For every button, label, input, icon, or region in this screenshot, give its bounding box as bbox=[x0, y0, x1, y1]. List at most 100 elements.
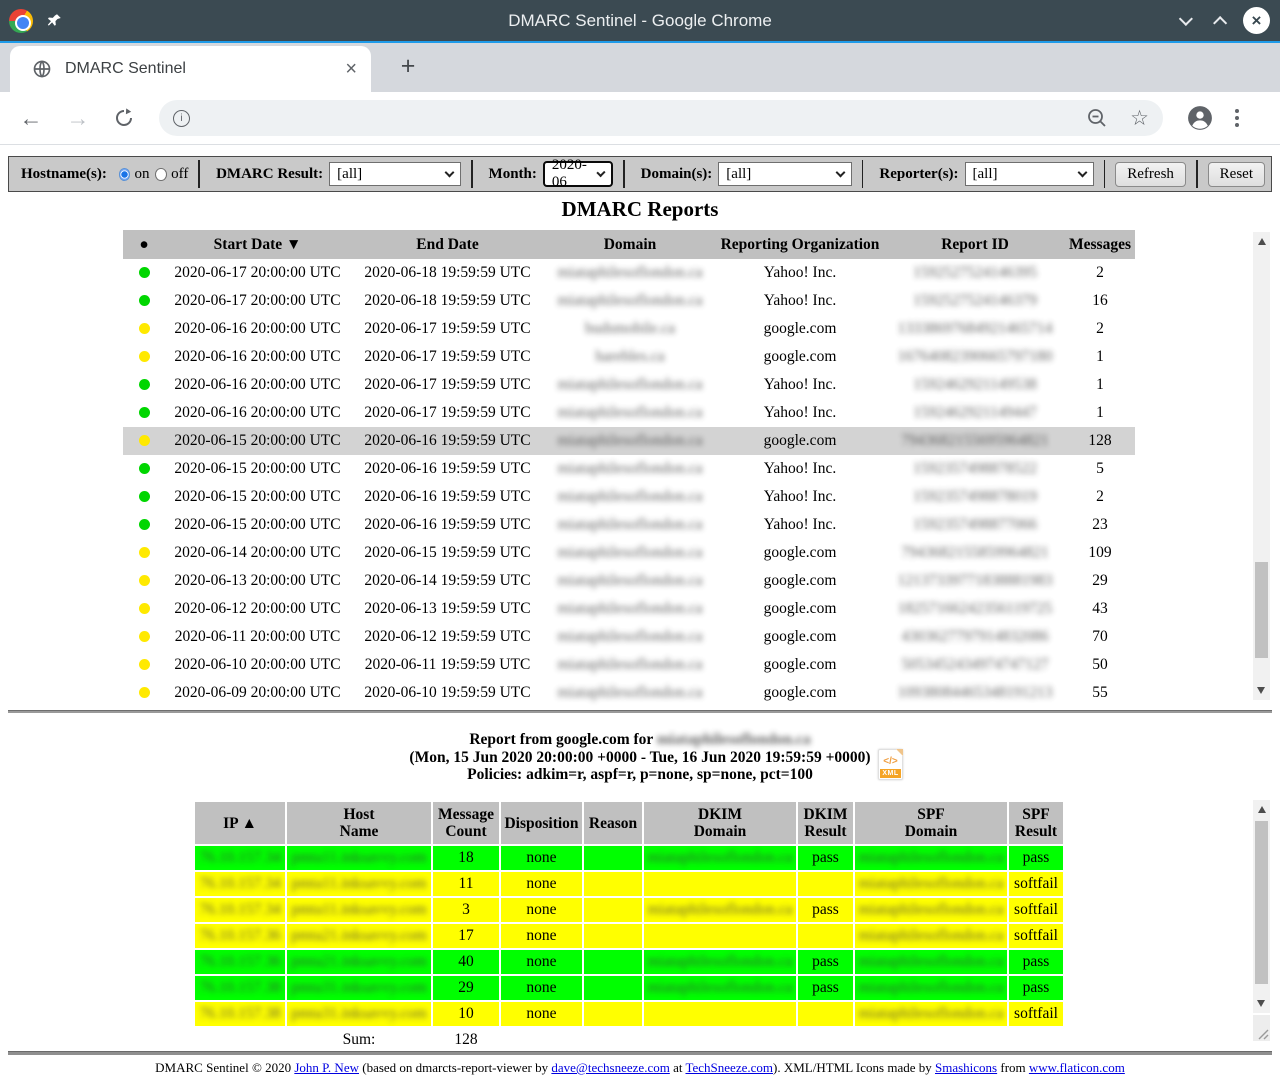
scroll-up-icon[interactable] bbox=[1258, 238, 1266, 245]
detail-col-reason[interactable]: Reason bbox=[584, 802, 642, 844]
start-date-cell: 2020-06-13 20:00:00 UTC bbox=[165, 567, 350, 595]
col-messages[interactable]: Messages bbox=[1065, 230, 1135, 259]
report-row[interactable]: 2020-06-09 20:00:00 UTC2020-06-10 19:59:… bbox=[123, 679, 1135, 707]
resize-grip[interactable] bbox=[1253, 1015, 1270, 1041]
reason-cell bbox=[584, 1002, 642, 1026]
footer-link[interactable]: John P. New bbox=[294, 1060, 359, 1075]
scroll-down-icon[interactable] bbox=[1257, 687, 1265, 694]
domain-cell: miataphilesoflondon.ca bbox=[545, 651, 715, 679]
col-report-id[interactable]: Report ID bbox=[885, 230, 1065, 259]
window-close-button[interactable]: × bbox=[1243, 7, 1270, 34]
report-row[interactable]: 2020-06-12 20:00:00 UTC2020-06-13 19:59:… bbox=[123, 595, 1135, 623]
sum-label-cell: Sum: bbox=[287, 1028, 431, 1045]
domain-cell: harebles.ca bbox=[545, 343, 715, 371]
profile-avatar[interactable] bbox=[1187, 105, 1213, 131]
end-date-cell: 2020-06-16 19:59:59 UTC bbox=[350, 511, 545, 539]
status-dot-icon bbox=[139, 295, 150, 306]
status-dot-cell bbox=[123, 259, 165, 287]
report-row[interactable]: 2020-06-10 20:00:00 UTC2020-06-11 19:59:… bbox=[123, 651, 1135, 679]
zoom-out-icon[interactable] bbox=[1086, 107, 1108, 129]
report-row[interactable]: 2020-06-11 20:00:00 UTC2020-06-12 19:59:… bbox=[123, 623, 1135, 651]
detail-col-dkim-result[interactable]: DKIM Result bbox=[798, 802, 853, 844]
detail-col-spf-domain[interactable]: SPF Domain bbox=[855, 802, 1007, 844]
report-row[interactable]: 2020-06-16 20:00:00 UTC2020-06-17 19:59:… bbox=[123, 399, 1135, 427]
reset-button[interactable]: Reset bbox=[1208, 162, 1265, 187]
detail-header-line1: Report from google.com for miataphilesof… bbox=[0, 731, 1280, 749]
xml-file-icon[interactable]: </> XML bbox=[878, 749, 903, 780]
sum-row: Sum:128 bbox=[195, 1028, 1063, 1045]
col-start-date[interactable]: Start Date ▼ bbox=[165, 230, 350, 259]
status-dot-icon bbox=[139, 351, 150, 362]
new-tab-button[interactable]: + bbox=[393, 51, 423, 81]
report-id-cell: 1592462921149538 bbox=[885, 371, 1065, 399]
ip-cell: 76.10.157.36 bbox=[195, 950, 285, 974]
scroll-down-icon[interactable] bbox=[1257, 1000, 1265, 1007]
report-row[interactable]: 2020-06-16 20:00:00 UTC2020-06-17 19:59:… bbox=[123, 315, 1135, 343]
col-end-date[interactable]: End Date bbox=[350, 230, 545, 259]
col-status[interactable]: ● bbox=[123, 230, 165, 259]
report-row[interactable]: 2020-06-14 20:00:00 UTC2020-06-15 19:59:… bbox=[123, 539, 1135, 567]
detail-col-spf-result[interactable]: SPF Result bbox=[1009, 802, 1063, 844]
dmarc-result-select[interactable]: [all] bbox=[329, 162, 461, 186]
col-domain[interactable]: Domain bbox=[545, 230, 715, 259]
report-row[interactable]: 2020-06-15 20:00:00 UTC2020-06-16 19:59:… bbox=[123, 511, 1135, 539]
tab-close-icon[interactable]: × bbox=[343, 59, 359, 79]
report-row[interactable]: 2020-06-15 20:00:00 UTC2020-06-16 19:59:… bbox=[123, 455, 1135, 483]
browser-menu-icon[interactable] bbox=[1235, 109, 1239, 127]
footer-link[interactable]: dave@techsneeze.com bbox=[551, 1060, 669, 1075]
section-divider bbox=[8, 710, 1272, 713]
detail-col-host-name[interactable]: Host Name bbox=[287, 802, 431, 844]
footer-link[interactable]: TechSneeze.com bbox=[685, 1060, 773, 1075]
report-row[interactable]: 2020-06-15 20:00:00 UTC2020-06-16 19:59:… bbox=[123, 483, 1135, 511]
back-icon[interactable]: ← bbox=[16, 105, 46, 132]
bookmark-star-icon[interactable]: ☆ bbox=[1130, 106, 1149, 130]
hostname-on-radio[interactable] bbox=[119, 168, 131, 181]
refresh-button[interactable]: Refresh bbox=[1115, 162, 1186, 187]
scrollbar-thumb[interactable] bbox=[1255, 562, 1268, 658]
report-row[interactable]: 2020-06-16 20:00:00 UTC2020-06-17 19:59:… bbox=[123, 343, 1135, 371]
disposition-cell: none bbox=[501, 976, 582, 1000]
messages-cell: 2 bbox=[1065, 483, 1135, 511]
col-reporting-org[interactable]: Reporting Organization bbox=[715, 230, 885, 259]
reports-scrollbar[interactable] bbox=[1253, 232, 1270, 700]
messages-cell: 2 bbox=[1065, 259, 1135, 287]
end-date-cell: 2020-06-12 19:59:59 UTC bbox=[350, 623, 545, 651]
start-date-cell: 2020-06-15 20:00:00 UTC bbox=[165, 427, 350, 455]
detail-scrollbar[interactable] bbox=[1253, 800, 1270, 1013]
messages-cell: 1 bbox=[1065, 399, 1135, 427]
site-info-icon[interactable]: i bbox=[173, 110, 190, 127]
spf-domain-cell: miataphilesoflondon.ca bbox=[855, 950, 1007, 974]
footer-text: from bbox=[997, 1060, 1029, 1075]
detail-col-message-count[interactable]: Message Count bbox=[433, 802, 499, 844]
start-date-cell: 2020-06-12 20:00:00 UTC bbox=[165, 595, 350, 623]
scroll-up-icon[interactable] bbox=[1258, 806, 1266, 813]
reload-icon[interactable] bbox=[109, 108, 139, 128]
detail-col-dkim-domain[interactable]: DKIM Domain bbox=[644, 802, 796, 844]
forward-icon[interactable]: → bbox=[63, 105, 93, 132]
scrollbar-thumb[interactable] bbox=[1255, 821, 1268, 984]
message-count-cell: 29 bbox=[433, 976, 499, 1000]
ip-cell: 76.10.157.34 bbox=[195, 846, 285, 870]
footer-link[interactable]: www.flaticon.com bbox=[1029, 1060, 1125, 1075]
reporter-select[interactable]: [all] bbox=[965, 162, 1094, 186]
maximize-icon[interactable] bbox=[1213, 16, 1227, 30]
address-bar[interactable]: i ☆ bbox=[159, 100, 1163, 136]
detail-col-ip[interactable]: IP ▲ bbox=[195, 802, 285, 844]
report-row[interactable]: 2020-06-17 20:00:00 UTC2020-06-18 19:59:… bbox=[123, 287, 1135, 315]
tab-dmarc-sentinel[interactable]: DMARC Sentinel × bbox=[10, 46, 371, 92]
empty-cell bbox=[644, 1028, 796, 1045]
domain-cell: miataphilesoflondon.ca bbox=[545, 371, 715, 399]
hostname-off-radio[interactable] bbox=[155, 168, 167, 181]
detail-col-disposition[interactable]: Disposition bbox=[501, 802, 582, 844]
report-row[interactable]: 2020-06-17 20:00:00 UTC2020-06-18 19:59:… bbox=[123, 259, 1135, 287]
footer-link[interactable]: Smashicons bbox=[935, 1060, 997, 1075]
ip-cell: 76.10.157.38 bbox=[195, 976, 285, 1000]
ip-cell: 76.10.157.34 bbox=[195, 898, 285, 922]
domain-select[interactable]: [all] bbox=[718, 162, 851, 186]
report-row[interactable]: 2020-06-13 20:00:00 UTC2020-06-14 19:59:… bbox=[123, 567, 1135, 595]
start-date-cell: 2020-06-16 20:00:00 UTC bbox=[165, 343, 350, 371]
month-select[interactable]: 2020-06 bbox=[543, 161, 613, 187]
report-row[interactable]: 2020-06-15 20:00:00 UTC2020-06-16 19:59:… bbox=[123, 427, 1135, 455]
report-row[interactable]: 2020-06-16 20:00:00 UTC2020-06-17 19:59:… bbox=[123, 371, 1135, 399]
empty-cell bbox=[195, 1028, 285, 1045]
